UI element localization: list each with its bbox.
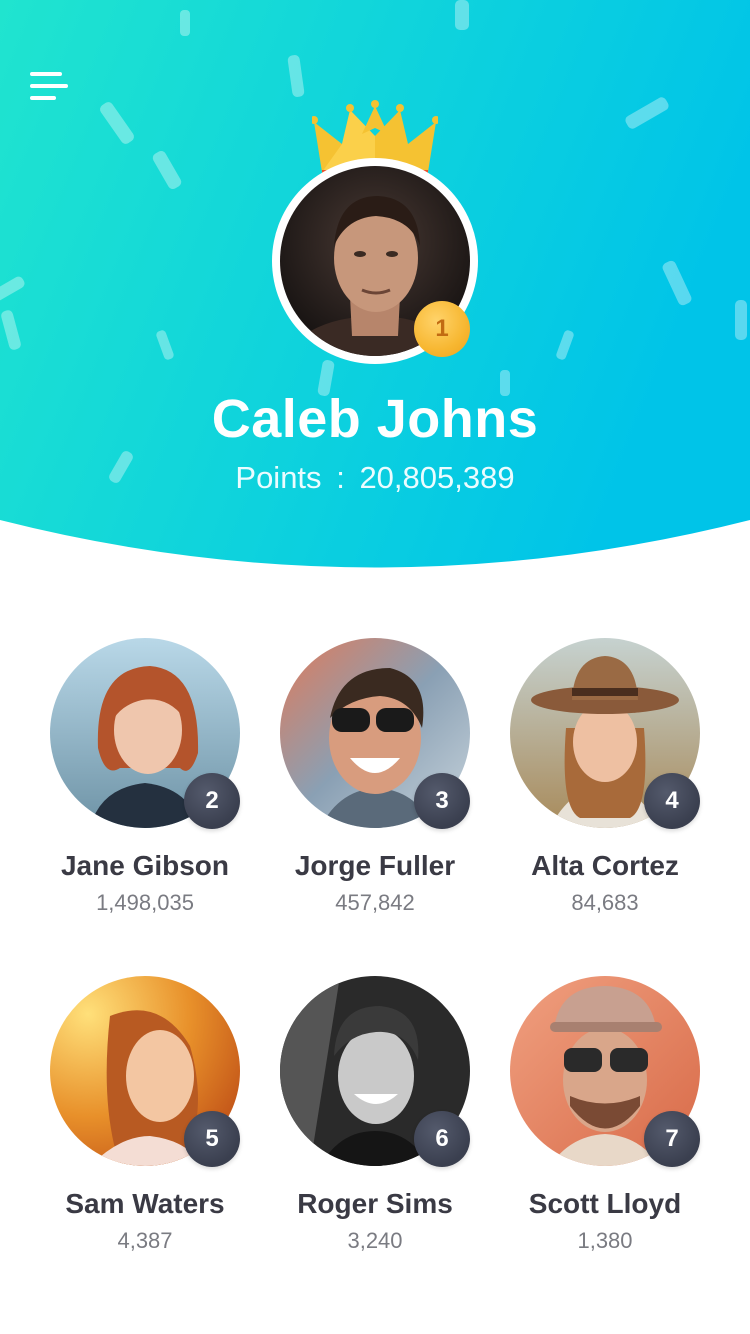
rank-badge: 4 <box>644 773 700 829</box>
leaderboard-card[interactable]: 5 Sam Waters 4,387 <box>50 976 240 1266</box>
user-points: 84,683 <box>571 890 639 915</box>
points-separator: : <box>336 460 345 495</box>
leaderboard-card[interactable]: 3 Jorge Fuller 457,842 <box>280 638 470 928</box>
user-name: Alta Cortez <box>531 850 679 881</box>
rank-badge-1: 1 <box>414 301 470 357</box>
rank-badge: 2 <box>184 773 240 829</box>
leaderboard-card[interactable]: 7 Scott Lloyd 1,380 <box>510 976 700 1266</box>
leaderboard-card[interactable]: 4 Alta Cortez 84,683 <box>510 638 700 928</box>
user-name: Scott Lloyd <box>528 1188 682 1219</box>
champion-name: Caleb Johns <box>211 389 539 449</box>
champion-header: 1 Caleb Johns Points : 20,805,389 <box>0 0 750 580</box>
leaderboard-card[interactable]: 2 Jane Gibson 1,498,035 <box>50 638 240 928</box>
champion-points: Points : 20,805,389 <box>0 460 750 496</box>
hamburger-menu-icon[interactable] <box>30 72 70 104</box>
rank-badge: 3 <box>414 773 470 829</box>
rank-badge: 7 <box>644 1111 700 1167</box>
points-value: 20,805,389 <box>359 460 515 495</box>
rank-badge: 6 <box>414 1111 470 1167</box>
user-points: 1,380 <box>577 1228 633 1253</box>
rank-badge: 5 <box>184 1111 240 1167</box>
points-label: Points <box>235 460 322 495</box>
leaderboard-card[interactable]: 6 Roger Sims 3,240 <box>280 976 470 1266</box>
